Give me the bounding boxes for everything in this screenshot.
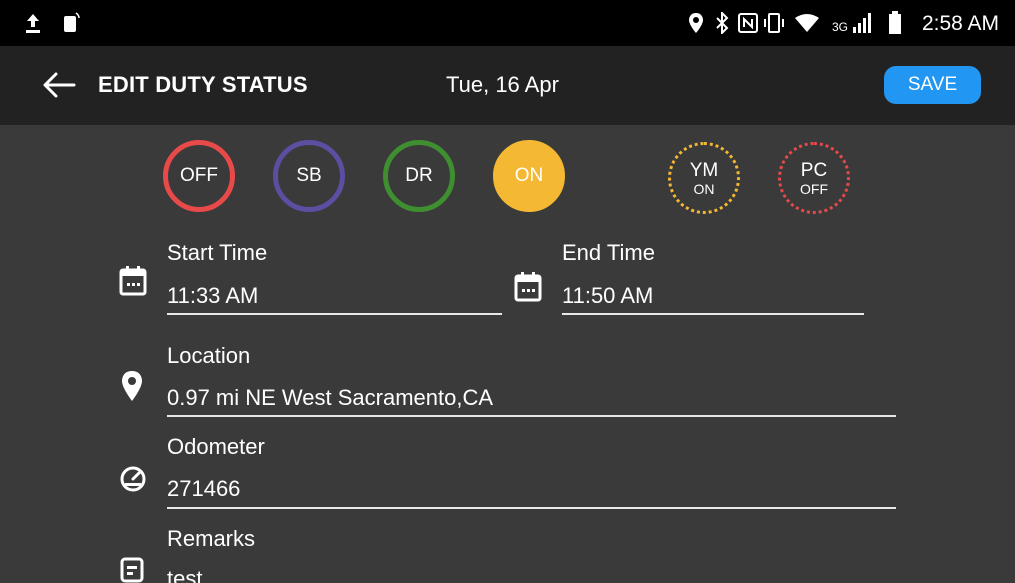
page-title: EDIT DUTY STATUS [98, 72, 308, 97]
end-time-underline [562, 313, 864, 315]
ym-state: ON [693, 180, 715, 197]
odometer-field[interactable]: 271466 [167, 473, 896, 509]
end-time-field[interactable]: 11:50 AM [562, 280, 864, 316]
network-type: 3G [832, 20, 849, 34]
upload-icon [26, 14, 40, 33]
date-label: Tue, 16 Apr [446, 72, 559, 97]
back-arrow-icon[interactable] [42, 72, 76, 98]
clock: 2:58 AM [921, 12, 999, 35]
start-time-underline [167, 313, 502, 315]
pc-label: PC [800, 159, 828, 181]
status-on-button[interactable]: ON [493, 140, 565, 212]
end-time-value: 11:50 AM [562, 283, 654, 308]
note-icon [120, 557, 144, 583]
status-dr-button[interactable]: DR [383, 140, 455, 212]
status-sb-button[interactable]: SB [273, 140, 345, 212]
remarks-field[interactable]: test [167, 563, 896, 583]
start-time-field[interactable]: 11:33 AM [167, 280, 502, 316]
odometer-value: 271466 [167, 476, 241, 501]
location-underline [167, 415, 896, 417]
remarks-value: test [167, 566, 203, 583]
speedometer-icon [120, 466, 146, 492]
start-time-value: 11:33 AM [167, 283, 259, 308]
location-label: Location [167, 343, 251, 368]
vibrate-icon [764, 13, 784, 33]
status-sb-label: SB [296, 165, 322, 186]
start-time-label: Start Time [167, 240, 268, 265]
battery-icon [889, 11, 901, 34]
location-icon [689, 13, 703, 33]
odometer-underline [167, 507, 896, 509]
status-bar: 3G 2:58 AM [0, 0, 1015, 46]
status-on-label: ON [514, 165, 544, 186]
nfc-icon [738, 13, 758, 33]
bluetooth-icon [716, 12, 729, 34]
app-bar: EDIT DUTY STATUS Tue, 16 Apr SAVE [0, 46, 1015, 125]
personal-conveyance-toggle[interactable]: PC OFF [778, 142, 850, 214]
location-field[interactable]: 0.97 mi NE West Sacramento,CA [167, 382, 896, 418]
location-pin-icon [122, 371, 142, 401]
ym-label: YM [689, 159, 719, 181]
remarks-label: Remarks [167, 526, 256, 551]
location-value: 0.97 mi NE West Sacramento,CA [167, 385, 494, 410]
calendar-icon [119, 266, 147, 296]
save-button[interactable]: SAVE [884, 66, 981, 104]
cell-signal-icon [853, 13, 871, 33]
status-off-label: OFF [180, 165, 218, 186]
odometer-label: Odometer [167, 434, 265, 459]
yard-move-toggle[interactable]: YM ON [668, 142, 740, 214]
wifi-icon [795, 14, 819, 32]
status-off-button[interactable]: OFF [163, 140, 235, 212]
phone-icon [64, 12, 80, 32]
status-dr-label: DR [405, 165, 433, 186]
calendar-icon [514, 272, 542, 302]
end-time-label: End Time [562, 240, 655, 265]
pc-state: OFF [800, 180, 828, 197]
